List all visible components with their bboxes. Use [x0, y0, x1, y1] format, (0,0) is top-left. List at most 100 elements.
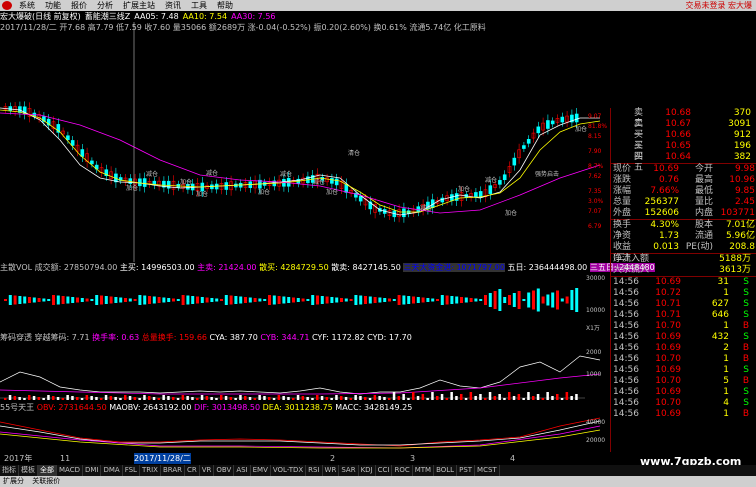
vol-bar	[90, 299, 94, 301]
stat-block-2: 换手 4.30% 股本 7.01亿 净资 1.73 流通 5.96亿 收益(二) 0.013 PE(…	[611, 220, 756, 263]
tab-15[interactable]: RSI	[306, 465, 323, 476]
status-ext[interactable]: 扩展分	[0, 477, 27, 485]
chip-bar	[42, 398, 45, 400]
vol-bar	[455, 296, 459, 304]
stat-label: 涨幅	[613, 186, 632, 196]
tab-23[interactable]: PST	[457, 465, 476, 476]
chip-name[interactable]: 筹码穿透	[0, 333, 32, 342]
chip-bar	[311, 398, 314, 400]
tick-price: 10.69	[655, 409, 681, 419]
tick-volume: 5	[723, 376, 729, 386]
candle-body	[574, 113, 579, 123]
tick-price: 10.71	[655, 299, 681, 309]
vol-main-buy: 主买: 14996503.00	[119, 263, 195, 272]
tab-13[interactable]: EMV	[251, 465, 271, 476]
vol-bar	[191, 296, 195, 304]
tab-22[interactable]: BOLL	[434, 465, 458, 476]
tab-8[interactable]: BRAR	[161, 465, 185, 476]
tab-18[interactable]: KDJ	[359, 465, 376, 476]
chip-bar	[109, 396, 113, 400]
vol-bar	[287, 297, 291, 303]
stat-value: 2.45	[734, 197, 755, 207]
chip-bar	[287, 397, 290, 400]
tab-1[interactable]: 模板	[19, 465, 38, 476]
vol-bar	[431, 298, 435, 302]
chip-bar	[479, 394, 482, 400]
kline-chart[interactable]: 减仓 减仓 减仓 减仓 减仓 减仓 加仓 加仓 加仓 加仓 加仓 加仓 加仓 清…	[0, 22, 610, 262]
order-book-row[interactable]: 卖二 10.68 370	[611, 108, 756, 129]
tab-20[interactable]: ROC	[392, 465, 413, 476]
status-related[interactable]: 关联报价	[29, 477, 63, 485]
tab-12[interactable]: ASI	[234, 465, 251, 476]
vol-bar	[124, 298, 127, 302]
tab-9[interactable]: CR	[185, 465, 200, 476]
order-level: 买五	[634, 152, 644, 173]
tab-7[interactable]: TRIX	[140, 465, 161, 476]
indicator-name[interactable]: 蓄能潮三线Z	[85, 11, 130, 22]
menu-ext-station[interactable]: 扩展主站	[118, 0, 160, 11]
vol-bar	[359, 295, 363, 305]
chip-panel[interactable]: 2000 1000	[0, 342, 610, 402]
chip-bar	[162, 395, 165, 400]
tab-3[interactable]: MACD	[57, 465, 83, 476]
vol-bar	[220, 299, 223, 301]
tab-4[interactable]: DMI	[83, 465, 102, 476]
order-book-row[interactable]: 买四 10.65 196	[611, 141, 756, 162]
tab-16[interactable]: WR	[323, 465, 340, 476]
tab-21[interactable]: MTM	[413, 465, 435, 476]
vol-bar	[263, 299, 267, 301]
tick-list[interactable]: 14:56 10.69 31 S 14:56 10.72 1 S 14:56 10.71 627 S 1…	[611, 277, 756, 420]
menu-tools[interactable]: 工具	[186, 0, 212, 11]
menu-quote[interactable]: 报价	[66, 0, 92, 11]
tab-10[interactable]: VR	[200, 465, 215, 476]
vol-panel[interactable]: 30000 10000 X1万	[0, 272, 610, 332]
chip-bar	[517, 394, 521, 400]
login-status[interactable]: 交易未登录 宏大爆	[685, 0, 756, 11]
vol-bar	[42, 298, 46, 302]
vol-bar	[224, 295, 228, 305]
vol-name[interactable]: 主散VOL	[0, 263, 32, 272]
chip-bar	[292, 398, 295, 400]
order-book-row[interactable]: 买五 10.64 382	[611, 152, 756, 173]
order-book-row[interactable]: 卖一 10.67 3091	[611, 119, 756, 140]
menu-function[interactable]: 功能	[40, 0, 66, 11]
menu-analysis[interactable]: 分析	[92, 0, 118, 11]
obv-panel[interactable]: 40000 20000	[0, 412, 610, 453]
obv-name[interactable]: 55号天王	[0, 403, 34, 412]
signal-sell3: 减仓	[280, 170, 292, 178]
vol-bar	[282, 296, 286, 304]
tab-24[interactable]: MCST	[475, 465, 500, 476]
chip-bar	[239, 395, 242, 400]
vol-bar	[556, 290, 559, 310]
tab-0[interactable]: 指标	[0, 465, 19, 476]
tab-19[interactable]: CCI	[376, 465, 393, 476]
chip-bar	[76, 397, 79, 400]
chip-bar	[368, 398, 372, 400]
signal-addpos: 加仓	[575, 125, 587, 133]
tab-2[interactable]: 全部	[38, 465, 57, 476]
vol-bar	[200, 297, 204, 303]
menu-system[interactable]: 系统	[14, 0, 40, 11]
order-book-row[interactable]: 买三 10.66 912	[611, 130, 756, 151]
chip-bar	[498, 394, 501, 400]
vol-bar	[450, 296, 454, 304]
menu-help[interactable]: 帮助	[212, 0, 238, 11]
chip-bar	[388, 398, 391, 400]
vol-bar	[340, 298, 343, 302]
chip-bar	[18, 397, 21, 400]
vol-bar	[392, 299, 396, 301]
tab-5[interactable]: DMA	[101, 465, 123, 476]
menu-news[interactable]: 资讯	[160, 0, 186, 11]
vol-bar	[503, 297, 507, 303]
vol-5d: 五日: 236444498.00	[507, 263, 588, 272]
stat-value: 0.013	[653, 242, 679, 252]
tab-6[interactable]: FSL	[123, 465, 140, 476]
stat-label: 外盘	[613, 208, 632, 218]
tab-17[interactable]: SAR	[339, 465, 359, 476]
tab-11[interactable]: OBV	[214, 465, 235, 476]
vol-bar	[167, 298, 171, 302]
vol-bar	[248, 297, 252, 303]
tab-14[interactable]: VOL-TDX	[271, 465, 307, 476]
chip-bar	[431, 392, 434, 400]
chip-bar	[272, 398, 276, 400]
